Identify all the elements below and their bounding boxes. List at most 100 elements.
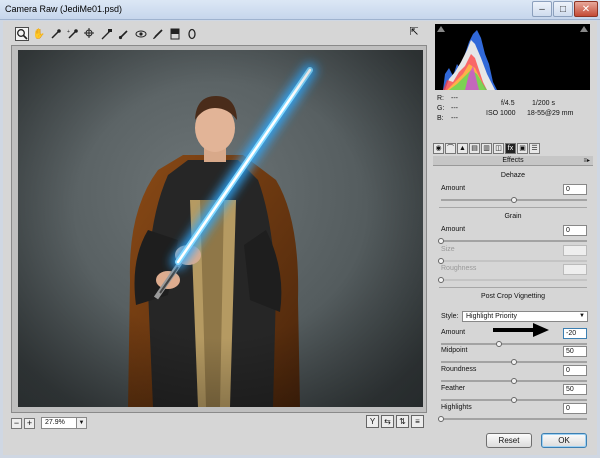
tab-split-toning[interactable]: ▥ <box>481 143 492 154</box>
grain-amount-field[interactable]: 0 <box>563 225 587 236</box>
zoom-tool[interactable] <box>15 27 29 41</box>
vignette-style-select[interactable]: Highlight Priority ▼ <box>462 311 588 322</box>
preview-preferences-button[interactable]: ≡ <box>411 415 424 428</box>
tab-camera-calibration[interactable]: ▣ <box>517 143 528 154</box>
iso: ISO 1000 <box>486 110 516 117</box>
white-balance-tool[interactable] <box>49 27 63 41</box>
reset-button[interactable]: Reset <box>486 433 532 448</box>
lens-icon: ◫ <box>495 145 502 152</box>
radial-filter-tool[interactable] <box>185 27 199 41</box>
graduated-filter-tool[interactable] <box>168 27 182 41</box>
hand-icon: ✋ <box>32 28 46 40</box>
red-eye-tool[interactable] <box>134 27 148 41</box>
tab-effects[interactable]: fx <box>505 143 516 154</box>
graduated-filter-icon <box>170 28 180 40</box>
adjustment-brush-icon <box>153 29 163 39</box>
adjustment-brush-tool[interactable] <box>151 27 165 41</box>
image-preview[interactable] <box>11 45 427 413</box>
vignette-midpoint-thumb[interactable] <box>511 359 517 365</box>
grain-amount-label: Amount <box>441 226 466 233</box>
grain-size-thumb <box>438 258 444 264</box>
ok-button[interactable]: OK <box>541 433 587 448</box>
open-preferences-button[interactable]: ⇱ <box>407 26 421 40</box>
vignette-midpoint-field[interactable]: 50 <box>563 346 587 357</box>
shadow-clipping-warning[interactable] <box>437 26 445 32</box>
g-label: G: <box>437 105 445 112</box>
zoom-in-button[interactable]: + <box>24 417 35 429</box>
panel-title: Effects <box>502 157 524 164</box>
vignette-feather-field[interactable]: 50 <box>563 384 587 395</box>
grain-roughness-row: Roughness <box>438 264 587 283</box>
color-sampler-tool[interactable]: + <box>66 27 80 41</box>
spot-removal-tool[interactable] <box>117 27 131 41</box>
r-label: R: <box>437 95 444 102</box>
radial-filter-icon <box>188 28 196 40</box>
histogram-graph <box>443 30 497 90</box>
vignette-midpoint-label: Midpoint <box>441 347 468 354</box>
dehaze-section-title: Dehaze <box>500 172 526 179</box>
chevron-down-icon: ▼ <box>76 418 86 428</box>
vignette-highlights-thumb[interactable] <box>438 416 444 422</box>
vignette-highlights-field[interactable]: 0 <box>563 403 587 414</box>
brush-icon <box>118 30 128 40</box>
eye-icon <box>135 30 147 38</box>
zoom-level-value: 27.9% <box>45 419 65 426</box>
tab-lens-corrections[interactable]: ◫ <box>493 143 504 154</box>
hand-tool[interactable]: ✋ <box>32 27 46 41</box>
split-icon: ▥ <box>483 145 490 152</box>
vignette-highlights-label: Highlights <box>441 404 472 411</box>
grain-amount-slider[interactable] <box>441 240 587 242</box>
straighten-tool[interactable] <box>100 27 114 41</box>
title-bar: Camera Raw (JediMe01.psd) – □ ✕ <box>0 0 600 20</box>
dehaze-amount-field[interactable]: 0 <box>563 184 587 195</box>
swap-settings-button[interactable]: ⇆ <box>381 415 394 428</box>
svg-text:+: + <box>67 29 70 35</box>
fx-icon: fx <box>507 145 514 152</box>
aperture: f/4.5 <box>501 100 515 107</box>
vignette-amount-slider[interactable] <box>441 343 587 345</box>
camera-icon: ▣ <box>519 145 526 152</box>
grain-amount-thumb[interactable] <box>438 238 444 244</box>
vignette-feather-thumb[interactable] <box>511 397 517 403</box>
g-value: --- <box>451 105 458 112</box>
vignette-amount-field[interactable]: -20 <box>563 328 587 339</box>
tab-presets[interactable]: ☰ <box>529 143 540 154</box>
divider <box>439 287 587 288</box>
vignette-feather-label: Feather <box>441 385 466 392</box>
before-after-toggle-button[interactable]: Y <box>366 415 379 428</box>
highlight-clipping-warning[interactable] <box>580 26 588 32</box>
grain-roughness-label: Roughness <box>441 265 477 272</box>
targeted-adjustment-tool[interactable] <box>83 27 97 41</box>
chevron-down-icon: ▼ <box>579 313 585 319</box>
vignetting-section-title: Post Crop Vignetting <box>480 293 546 300</box>
vignette-style-value: Highlight Priority <box>466 313 517 320</box>
vignette-style-label: Style: <box>441 313 459 320</box>
zoom-out-button[interactable]: − <box>11 417 22 429</box>
vignette-roundness-row: Roundness 0 <box>441 365 587 384</box>
tab-basic[interactable]: ◉ <box>433 143 444 154</box>
straighten-icon <box>101 29 112 40</box>
minimize-button[interactable]: – <box>532 1 552 17</box>
lens: 18-55@29 mm <box>527 110 574 117</box>
copy-settings-button[interactable]: ⇅ <box>396 415 409 428</box>
eyedropper-icon <box>51 29 61 39</box>
dehaze-amount-row: Amount 0 <box>441 184 587 203</box>
close-button[interactable]: ✕ <box>574 1 598 17</box>
dehaze-amount-thumb[interactable] <box>511 197 517 203</box>
vignette-roundness-thumb[interactable] <box>511 378 517 384</box>
swap-icon: ⇆ <box>384 417 391 426</box>
b-label: B: <box>437 115 444 122</box>
histogram <box>435 24 590 90</box>
tab-tone-curve[interactable]: ⌒ <box>445 143 456 154</box>
tab-detail[interactable]: ▲ <box>457 143 468 154</box>
panel-menu-icon[interactable]: ≡▸ <box>583 156 590 166</box>
zoom-level-select[interactable]: 27.9% ▼ <box>41 417 87 429</box>
grain-roughness-field <box>563 264 587 275</box>
panel-tabs: ◉ ⌒ ▲ ▤ ▥ ◫ fx ▣ ☰ <box>433 143 540 155</box>
tab-hsl[interactable]: ▤ <box>469 143 480 154</box>
shutter-speed: 1/200 s <box>532 100 555 107</box>
grain-size-field <box>563 245 587 256</box>
maximize-button[interactable]: □ <box>553 1 573 17</box>
vignette-roundness-field[interactable]: 0 <box>563 365 587 376</box>
vignette-highlights-slider[interactable] <box>441 418 587 420</box>
